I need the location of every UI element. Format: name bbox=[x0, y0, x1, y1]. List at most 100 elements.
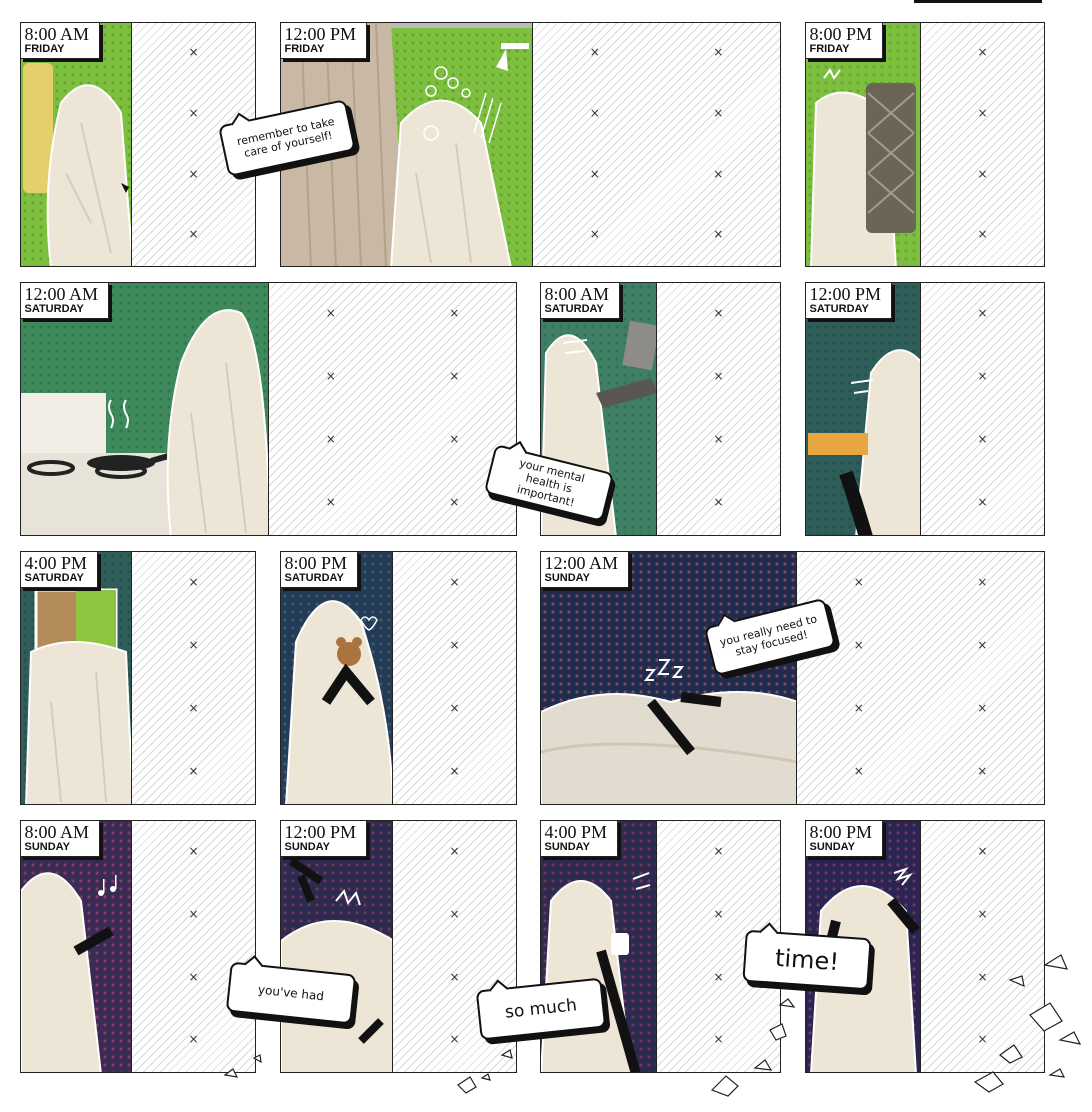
bubble-text: so much bbox=[504, 995, 578, 1023]
photo-sat-8pm bbox=[281, 552, 394, 804]
x-mark: × bbox=[977, 969, 988, 984]
blank-area: × × × × × × × × bbox=[268, 283, 516, 535]
photo-fri-8am bbox=[21, 23, 133, 266]
x-mark: × bbox=[449, 575, 460, 590]
x-mark: × bbox=[188, 227, 199, 242]
blank-area: × × × × bbox=[920, 23, 1044, 266]
x-mark: × bbox=[188, 906, 199, 921]
time-text: 8:00 AM bbox=[24, 821, 90, 842]
ghost-teddy-scene bbox=[281, 552, 394, 804]
time-label: 8:00 AM SUNDAY bbox=[21, 821, 101, 857]
x-mark: × bbox=[977, 575, 988, 590]
time-text: 12:00 AM bbox=[544, 552, 619, 573]
ghost-towel-scene bbox=[806, 23, 922, 266]
x-mark: × bbox=[977, 1032, 988, 1047]
panel-fri-12pm: × × × × × × × × 12:00 PM FRIDAY bbox=[280, 22, 781, 267]
time-label: 8:00 PM SATURDAY bbox=[281, 552, 359, 588]
day-text: FRIDAY bbox=[24, 42, 65, 55]
photo-sun-4pm bbox=[541, 821, 658, 1072]
x-mark: × bbox=[449, 1032, 460, 1047]
time-label: 4:00 PM SATURDAY bbox=[21, 552, 99, 588]
time-label: 8:00 AM SATURDAY bbox=[541, 283, 621, 319]
photo-sat-4pm bbox=[21, 552, 133, 804]
photo-fri-8pm bbox=[806, 23, 922, 266]
time-text: 8:00 AM bbox=[24, 23, 90, 44]
time-text: 12:00 AM bbox=[24, 283, 99, 304]
time-label: 8:00 PM SUNDAY bbox=[806, 821, 884, 857]
x-mark: × bbox=[449, 432, 460, 447]
x-mark: × bbox=[977, 906, 988, 921]
x-mark: × bbox=[713, 906, 724, 921]
blank-area: × × × × × × × × bbox=[796, 552, 1044, 804]
panel-sun-12am: × × × × × × × × 12:00 AM SUNDAY bbox=[540, 551, 1045, 805]
day-text: SATURDAY bbox=[809, 302, 869, 315]
day-text: SUNDAY bbox=[24, 840, 70, 853]
x-mark: × bbox=[589, 45, 600, 60]
notebook-icon bbox=[808, 433, 868, 455]
day-text: SATURDAY bbox=[544, 302, 604, 315]
bubble-text: you've had bbox=[257, 982, 325, 1004]
time-label: 12:00 PM SUNDAY bbox=[281, 821, 368, 857]
time-label: 4:00 PM SUNDAY bbox=[541, 821, 619, 857]
panel-sat-12am: × × × × × × × × 12:00 AM SATURDAY bbox=[20, 282, 517, 536]
x-mark: × bbox=[977, 227, 988, 242]
blank-area: × × × × × × × × bbox=[532, 23, 780, 266]
ghost-music-scene bbox=[21, 821, 133, 1072]
x-mark: × bbox=[977, 166, 988, 181]
day-text: SUNDAY bbox=[544, 840, 590, 853]
x-mark: × bbox=[188, 701, 199, 716]
photo-sat-12pm bbox=[806, 283, 922, 535]
x-mark: × bbox=[449, 638, 460, 653]
x-mark: × bbox=[188, 575, 199, 590]
x-mark: × bbox=[713, 105, 724, 120]
time-text: 8:00 PM bbox=[284, 552, 348, 573]
cloth-icon bbox=[866, 83, 916, 233]
blank-area: × × × × bbox=[392, 552, 516, 804]
window-icon bbox=[34, 588, 118, 652]
x-mark: × bbox=[589, 105, 600, 120]
x-mark: × bbox=[713, 1032, 724, 1047]
x-mark: × bbox=[713, 369, 724, 384]
photo-sun-8am bbox=[21, 821, 133, 1072]
day-text: SUNDAY bbox=[809, 840, 855, 853]
ghost-mug-scene bbox=[541, 821, 658, 1072]
x-mark: × bbox=[713, 45, 724, 60]
x-mark: × bbox=[977, 844, 988, 859]
blank-area: × × × × bbox=[920, 821, 1044, 1072]
panel-sat-12pm: × × × × 12:00 PM SATURDAY bbox=[805, 282, 1045, 536]
day-text: SATURDAY bbox=[24, 571, 84, 584]
x-mark: × bbox=[977, 45, 988, 60]
ghost-writing-scene bbox=[806, 283, 922, 535]
x-mark: × bbox=[589, 227, 600, 242]
day-text: FRIDAY bbox=[284, 42, 325, 55]
ghost-window-scene bbox=[21, 552, 133, 804]
time-text: 8:00 PM bbox=[809, 23, 873, 44]
x-mark: × bbox=[449, 764, 460, 779]
x-mark: × bbox=[325, 369, 336, 384]
day-text: FRIDAY bbox=[809, 42, 850, 55]
time-label: 8:00 PM FRIDAY bbox=[806, 23, 884, 59]
x-mark: × bbox=[853, 764, 864, 779]
time-label: 12:00 AM SATURDAY bbox=[21, 283, 110, 319]
time-label: 12:00 PM FRIDAY bbox=[281, 23, 368, 59]
x-mark: × bbox=[713, 166, 724, 181]
x-mark: × bbox=[449, 306, 460, 321]
blank-area: × × × × bbox=[656, 283, 780, 535]
x-mark: × bbox=[449, 844, 460, 859]
x-mark: × bbox=[449, 969, 460, 984]
photo-sun-12am bbox=[541, 552, 798, 804]
panel-fri-8pm: × × × × 8:00 PM FRIDAY bbox=[805, 22, 1045, 267]
time-label: 12:00 PM SATURDAY bbox=[806, 283, 893, 319]
day-text: SATURDAY bbox=[284, 571, 344, 584]
x-mark: × bbox=[853, 701, 864, 716]
blank-area: × × × × bbox=[131, 821, 255, 1072]
x-mark: × bbox=[449, 369, 460, 384]
speech-bubble-time: time! bbox=[742, 922, 872, 991]
time-text: 12:00 PM bbox=[809, 283, 882, 304]
time-text: 4:00 PM bbox=[24, 552, 88, 573]
panel-sun-8am: × × × × 8:00 AM SUNDAY bbox=[20, 820, 256, 1073]
x-mark: × bbox=[325, 495, 336, 510]
day-text: SUNDAY bbox=[284, 840, 330, 853]
x-mark: × bbox=[713, 432, 724, 447]
ghost-stressed-scene bbox=[281, 821, 394, 1072]
